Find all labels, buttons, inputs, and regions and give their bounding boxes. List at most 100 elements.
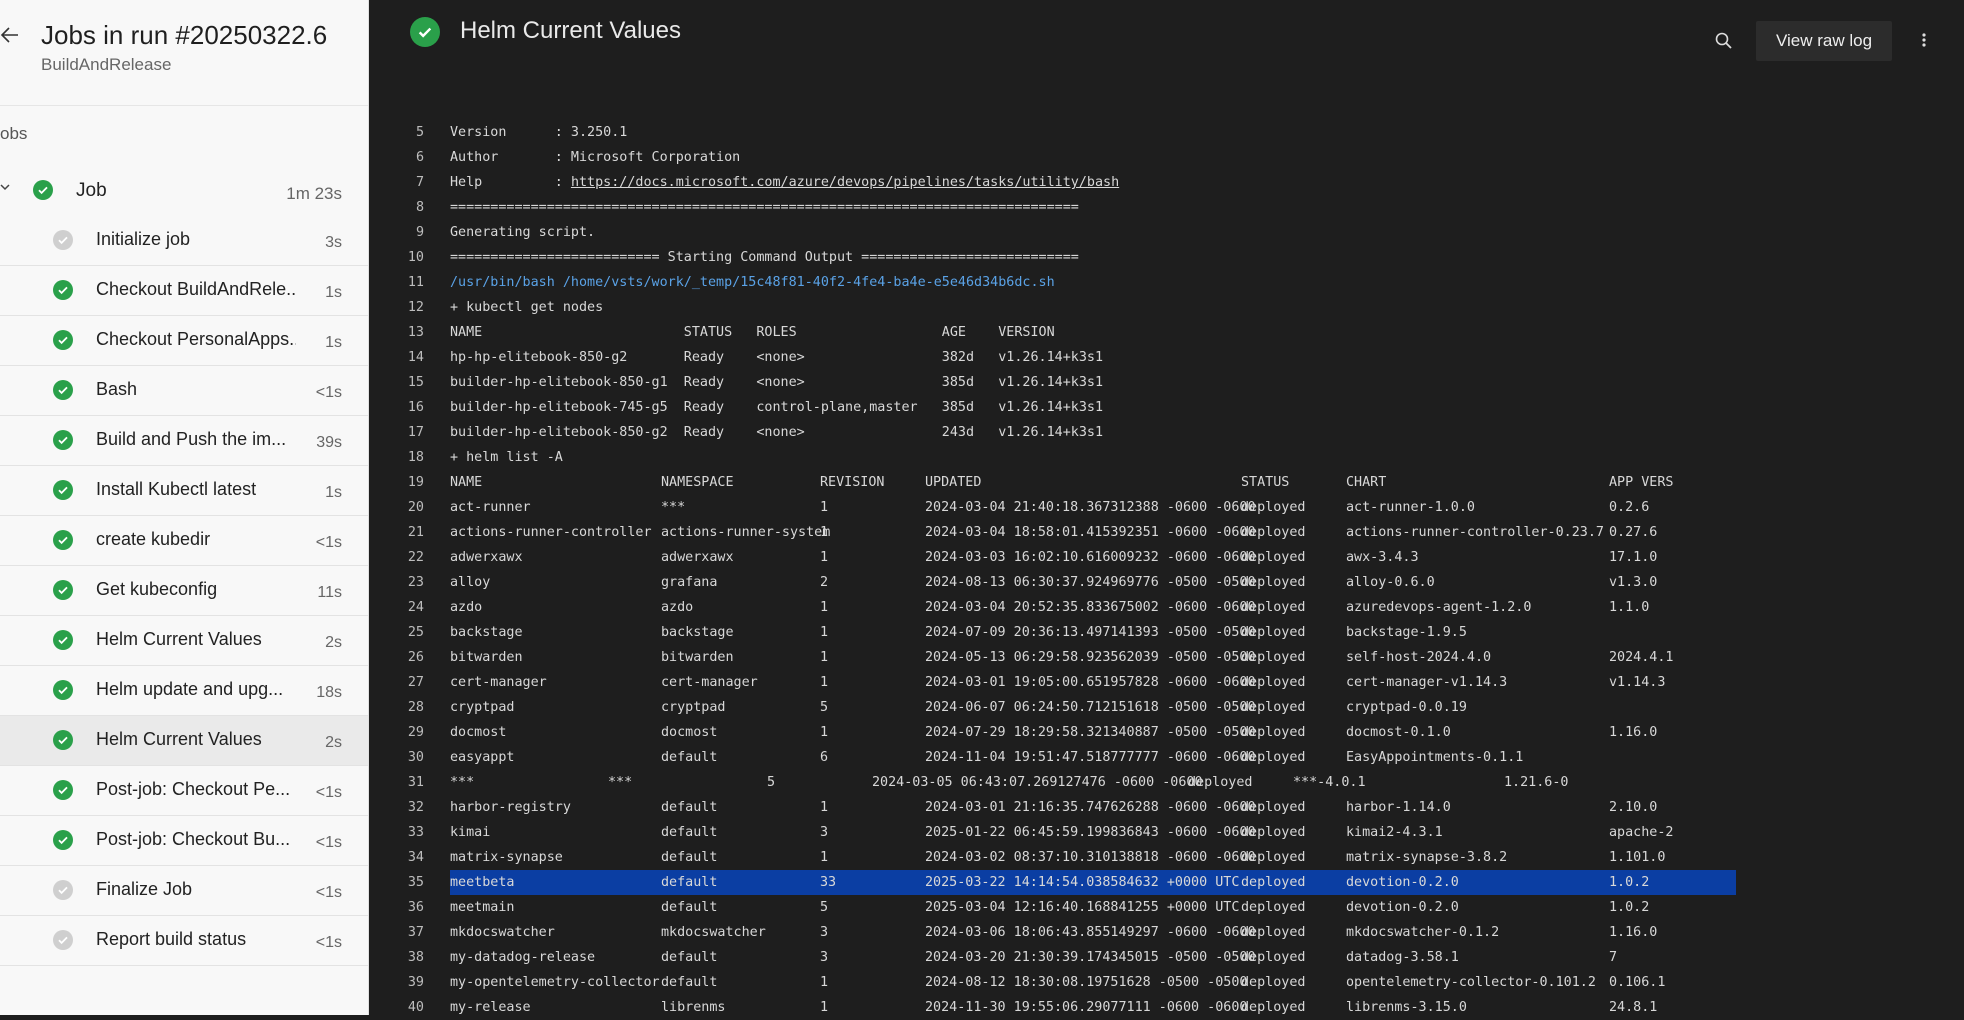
log-cell: 1.0.2 xyxy=(1609,875,1650,890)
log-cell: 1 xyxy=(820,650,829,665)
log-cell: harbor-1.14.0 xyxy=(1346,800,1451,815)
step-item[interactable]: Post-job: Checkout Bu... <1s xyxy=(0,816,368,866)
log-line: 5 Version : 3.250.1 xyxy=(370,120,1964,145)
log-cell: 2024-03-06 18:06:43.855149297 -0600 -060… xyxy=(925,925,1256,940)
line-number: 12 xyxy=(407,300,424,315)
log-line: 29 docmost docmost 1 2024-07-29 18:29:58.321… xyxy=(370,720,1964,745)
log-cell: deployed xyxy=(1241,825,1306,840)
view-raw-log-button[interactable]: View raw log xyxy=(1756,21,1892,61)
log-cell: 2024-07-09 20:36:13.497141393 -0500 -050… xyxy=(925,625,1256,640)
log-cell: 0.27.6 xyxy=(1609,525,1658,540)
log-cell: adwerxawx xyxy=(661,550,734,565)
step-item[interactable]: Helm update and upg... 18s xyxy=(0,666,368,716)
log-line: 32 harbor-registry default 1 2024-03-01 21:1… xyxy=(370,795,1964,820)
log-line: 31 *** *** 5 2024-03-05 06:43:07.269127476 -… xyxy=(370,770,1964,795)
log-panel: Helm Current Values View raw log 5 Versio… xyxy=(370,0,1964,1015)
line-number: 14 xyxy=(407,350,424,365)
step-duration: 1s xyxy=(325,334,342,351)
log-cell: docmost xyxy=(450,725,507,740)
log-cell: *** xyxy=(450,775,475,790)
log-cell: deployed xyxy=(1241,850,1306,865)
step-item[interactable]: Post-job: Checkout Pe... <1s xyxy=(0,766,368,816)
log-cell: my-opentelemetry-collector xyxy=(450,975,660,990)
line-number: 30 xyxy=(407,750,424,765)
step-item[interactable]: Report build status <1s xyxy=(0,916,368,966)
line-number: 23 xyxy=(407,575,424,590)
log-cell: cert-manager xyxy=(450,675,547,690)
step-item[interactable]: Finalize Job <1s xyxy=(0,866,368,916)
log-cell: 3 xyxy=(820,825,829,840)
log-cell: default xyxy=(661,975,718,990)
job-item[interactable]: Job 1m 23s xyxy=(0,168,368,216)
log-line: 12 + kubectl get nodes xyxy=(370,295,1964,320)
log-cell: deployed xyxy=(1241,975,1306,990)
log-cell: deployed xyxy=(1241,925,1306,940)
step-duration: 2s xyxy=(325,734,342,751)
step-item[interactable]: Get kubeconfig 11s xyxy=(0,566,368,616)
step-item[interactable]: Helm Current Values 2s xyxy=(0,716,368,766)
log-cell: bitwarden xyxy=(661,650,734,665)
log-cell: default xyxy=(661,850,718,865)
success-check-icon xyxy=(53,780,73,800)
line-number: 21 xyxy=(407,525,424,540)
log-output: 5 Version : 3.250.1 6 Author : Microsoft Co… xyxy=(370,120,1964,1020)
log-cell: 2024-03-20 21:30:39.174345015 -0500 -050… xyxy=(925,950,1256,965)
log-text: ========================================… xyxy=(450,200,1079,215)
log-line: 36 meetmain default 5 2025-03-04 12:16:40.16… xyxy=(370,895,1964,920)
step-label: Helm Current Values xyxy=(96,629,262,649)
log-cell: 2024-11-04 19:51:47.518777777 -0600 -060… xyxy=(925,750,1256,765)
step-duration: 1s xyxy=(325,484,342,501)
log-cell: CHART xyxy=(1346,475,1387,490)
log-line: 33 kimai default 3 2025-01-22 06:45:59.19983… xyxy=(370,820,1964,845)
log-cell: 2024-08-12 18:30:08.19751628 -0500 -0500 xyxy=(925,975,1248,990)
log-line: 11/usr/bin/bash /home/vsts/work/_temp/15… xyxy=(370,270,1964,295)
log-cell: 2024-03-04 18:58:01.415392351 -0600 -060… xyxy=(925,525,1256,540)
log-cell: deployed xyxy=(1241,725,1306,740)
log-cell: 1.21.6-0 xyxy=(1504,775,1569,790)
log-cell: 1 xyxy=(820,850,829,865)
line-number: 19 xyxy=(407,475,424,490)
step-item[interactable]: Helm Current Values 2s xyxy=(0,616,368,666)
log-cell: 2024-11-30 19:55:06.29077111 -0600 -0600 xyxy=(925,1000,1248,1015)
step-item[interactable]: Build and Push the im... 39s xyxy=(0,416,368,466)
log-cell: 3 xyxy=(820,950,829,965)
log-cell: actions-runner-system xyxy=(661,525,831,540)
log-cell: v1.14.3 xyxy=(1609,675,1666,690)
log-cell: 1 xyxy=(820,525,829,540)
log-cell: alloy-0.6.0 xyxy=(1346,575,1435,590)
step-label: Install Kubectl latest xyxy=(96,479,257,499)
success-check-icon xyxy=(53,330,73,350)
log-line: 39 my-opentelemetry-collector default 1 2024… xyxy=(370,970,1964,995)
step-item[interactable]: Bash <1s xyxy=(0,366,368,416)
log-cell: 2024-03-05 06:43:07.269127476 -0600 -060… xyxy=(872,775,1203,790)
line-number: 9 xyxy=(415,225,424,240)
success-check-icon xyxy=(53,380,73,400)
log-cell: 1.16.0 xyxy=(1609,725,1658,740)
line-number: 13 xyxy=(407,325,424,340)
log-line: 38 my-datadog-release default 3 2024-03-20 2… xyxy=(370,945,1964,970)
search-icon[interactable] xyxy=(1713,30,1735,52)
docs-link[interactable]: https://docs.microsoft.com/azure/devops/… xyxy=(571,175,1119,190)
back-arrow-icon[interactable] xyxy=(0,24,24,54)
log-cell: 7 xyxy=(1609,950,1618,965)
log-text: Author : Microsoft Corporation xyxy=(450,150,741,165)
step-item[interactable]: Checkout PersonalApps... 1s xyxy=(0,316,368,366)
step-item[interactable]: Checkout BuildAndRele... 1s xyxy=(0,266,368,316)
log-cell: deployed xyxy=(1241,525,1306,540)
step-item[interactable]: Install Kubectl latest 1s xyxy=(0,466,368,516)
log-cell: cryptpad xyxy=(661,700,726,715)
log-cell: 0.2.6 xyxy=(1609,500,1650,515)
step-duration: 39s xyxy=(316,434,342,451)
step-item[interactable]: Initialize job 3s xyxy=(0,216,368,266)
log-cell: meetbeta xyxy=(450,875,515,890)
step-item[interactable]: create kubedir <1s xyxy=(0,516,368,566)
log-cell: deployed xyxy=(1241,575,1306,590)
step-label: Post-job: Checkout Bu... xyxy=(96,829,291,849)
more-options-icon[interactable] xyxy=(1918,30,1930,52)
log-cell: bitwarden xyxy=(450,650,523,665)
log-cell: 5 xyxy=(820,900,829,915)
chevron-down-icon[interactable] xyxy=(0,180,10,199)
line-number: 18 xyxy=(407,450,424,465)
log-cell: backstage xyxy=(450,625,523,640)
step-label: Helm Current Values xyxy=(96,729,262,749)
